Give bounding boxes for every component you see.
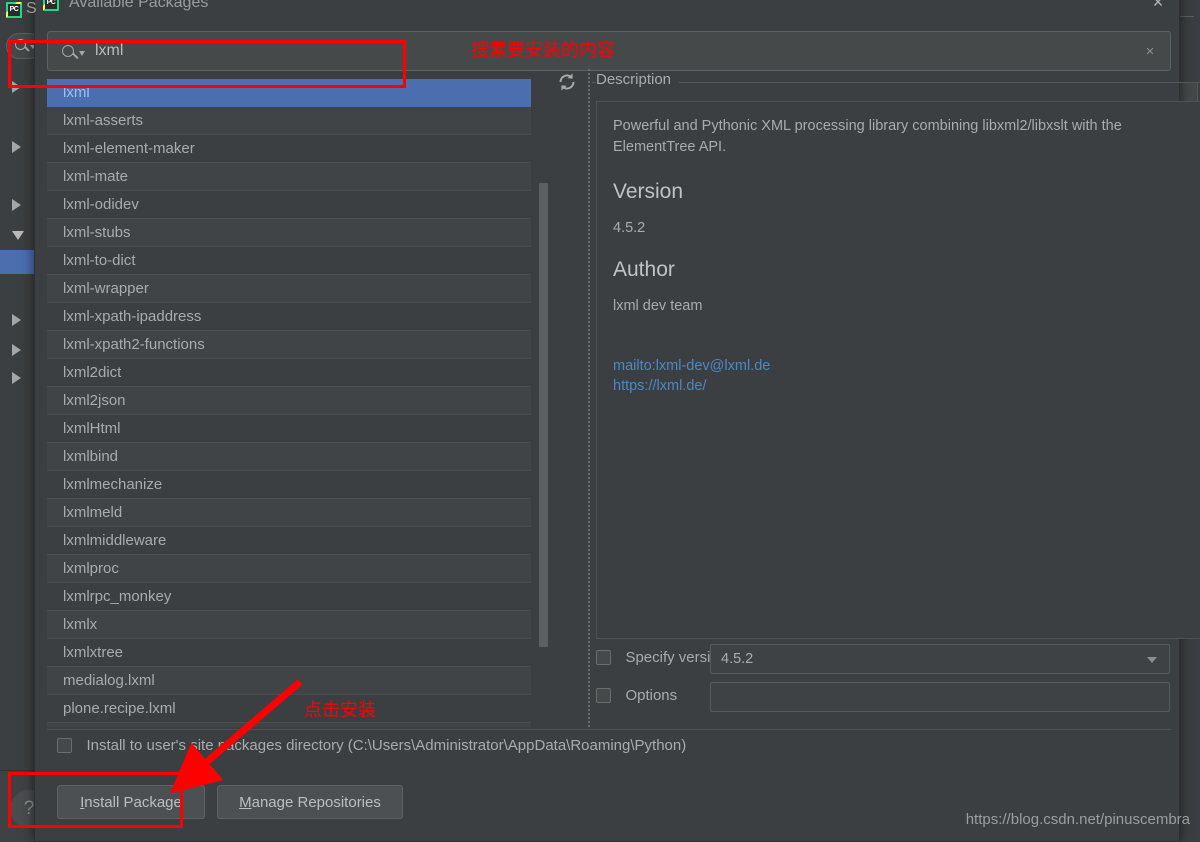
package-list-item[interactable]: lxmlHtml — [47, 415, 531, 443]
options-label: Options — [625, 687, 677, 704]
panel-splitter[interactable] — [586, 69, 592, 729]
package-list-item[interactable]: lxml2dict — [47, 359, 531, 387]
package-list-item[interactable]: lxmlxtree — [47, 639, 531, 667]
package-list-item[interactable]: lxml-to-dict — [47, 247, 531, 275]
version-value: 4.5.2 — [613, 220, 1189, 236]
package-list-item[interactable]: lxmlmechanize — [47, 471, 531, 499]
divider — [47, 729, 1171, 730]
tree-expand-arrow[interactable] — [12, 372, 21, 384]
options-checkbox[interactable] — [596, 688, 611, 703]
manage-repositories-button[interactable]: Manage Repositories — [217, 785, 403, 819]
package-list-item[interactable]: lxmlrpc_monkey — [47, 583, 531, 611]
package-list-item[interactable]: lxml-mate — [47, 163, 531, 191]
package-list-item[interactable]: lxml-xpath-ipaddress — [47, 303, 531, 331]
package-list-item[interactable]: lxmlx — [47, 611, 531, 639]
options-row: Options — [596, 687, 677, 705]
available-packages-dialog: Available Packages × × lxmllxml-assertsl… — [34, 0, 1180, 842]
package-list-item[interactable]: lxml — [47, 79, 531, 107]
package-list-item[interactable]: lxmlproc — [47, 555, 531, 583]
package-list-item[interactable]: lxml2json — [47, 387, 531, 415]
divider — [592, 82, 1200, 83]
package-list-item[interactable]: readability-lxml — [47, 723, 531, 727]
package-list-item[interactable]: lxml-xpath2-functions — [47, 331, 531, 359]
tree-expand-arrow[interactable] — [12, 199, 21, 211]
manage-label-rest: anage Repositories — [252, 794, 381, 811]
package-list-item[interactable]: lxmlmeld — [47, 499, 531, 527]
author-value: lxml dev team — [613, 298, 1189, 314]
settings-window-title: S — [26, 0, 37, 18]
user-site-label: Install to user's site packages director… — [86, 737, 686, 754]
mailto-link[interactable]: mailto:lxml-dev@lxml.de — [613, 356, 1189, 376]
user-site-checkbox[interactable] — [57, 738, 72, 753]
author-heading: Author — [613, 258, 1189, 282]
package-list-item[interactable]: lxml-odidev — [47, 191, 531, 219]
package-list[interactable]: lxmllxml-assertslxml-element-makerlxml-m… — [47, 79, 531, 727]
pycharm-icon — [43, 0, 59, 11]
tree-expand-arrow[interactable] — [12, 314, 21, 326]
tree-expand-arrow[interactable] — [12, 344, 21, 356]
description-panel: Powerful and Pythonic XML processing lib… — [596, 101, 1200, 639]
search-icon — [15, 39, 26, 50]
dialog-titlebar: Available Packages × — [35, 0, 1179, 19]
manage-mnemonic: M — [239, 794, 252, 811]
install-annotation-text: 点击安装 — [304, 696, 376, 722]
tree-expand-arrow[interactable] — [12, 81, 21, 93]
chevron-down-icon — [1147, 657, 1157, 663]
chevron-down-icon — [79, 51, 85, 56]
options-input[interactable] — [710, 682, 1170, 712]
description-summary: Powerful and Pythonic XML processing lib… — [613, 116, 1189, 158]
tree-expand-arrow[interactable] — [12, 141, 21, 153]
homepage-link[interactable]: https://lxml.de/ — [613, 376, 1189, 396]
close-icon[interactable]: × — [1147, 0, 1169, 14]
package-list-item[interactable]: lxml-wrapper — [47, 275, 531, 303]
specify-version-combo[interactable]: 4.5.2 — [710, 644, 1170, 674]
package-list-item[interactable]: lxml-stubs — [47, 219, 531, 247]
refresh-icon[interactable] — [554, 69, 580, 95]
package-list-item[interactable]: plone.recipe.lxml — [47, 695, 531, 723]
screen-root: ? S Available Packages × × — [0, 0, 1200, 842]
tree-collapse-arrow[interactable] — [12, 231, 24, 240]
package-list-item[interactable]: lxmlmiddleware — [47, 527, 531, 555]
package-list-item[interactable]: lxml-element-maker — [47, 135, 531, 163]
search-annotation-text: 搜素要安装的内容 — [471, 36, 615, 62]
specify-version-checkbox[interactable] — [596, 650, 611, 665]
specify-version-row: Specify version — [596, 649, 727, 667]
package-list-item[interactable]: lxmlbind — [47, 443, 531, 471]
specify-version-value: 4.5.2 — [721, 651, 753, 667]
package-list-item[interactable]: medialog.lxml — [47, 667, 531, 695]
user-site-row: Install to user's site packages director… — [57, 737, 686, 755]
version-heading: Version — [613, 180, 1189, 204]
settings-window-icon — [6, 2, 22, 18]
install-label-rest: nstall Package — [84, 794, 182, 811]
package-list-scrollbar-thumb[interactable] — [539, 183, 548, 647]
install-package-button[interactable]: Install Package — [57, 785, 205, 819]
dialog-title: Available Packages — [69, 0, 208, 12]
description-header: Description — [596, 71, 679, 88]
clear-search-icon[interactable]: × — [1140, 42, 1160, 62]
watermark-text: https://blog.csdn.net/pinuscembra — [966, 811, 1190, 828]
description-links: mailto:lxml-dev@lxml.de https://lxml.de/ — [613, 356, 1189, 396]
search-icon — [62, 45, 74, 57]
package-list-item[interactable]: lxml-asserts — [47, 107, 531, 135]
